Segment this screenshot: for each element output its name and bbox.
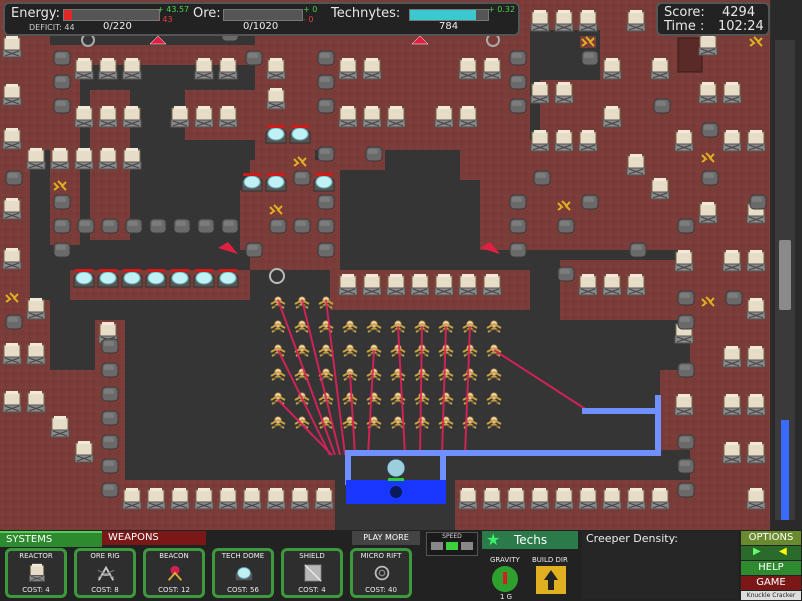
options-button[interactable]: OPTIONS xyxy=(741,531,801,545)
build-reactor-button[interactable]: REACTOR COST: 4 xyxy=(5,548,67,598)
slot-cost: COST: 40 xyxy=(365,586,397,594)
slot-cost: COST: 8 xyxy=(91,586,119,594)
ore-value: 0/1020 xyxy=(243,21,279,32)
creeper-density-panel: Creeper Density: xyxy=(582,531,738,599)
build-dir-button[interactable] xyxy=(536,566,566,594)
technytes-value: 784 xyxy=(439,21,459,32)
map-scrollbar[interactable] xyxy=(771,0,802,530)
slot-title: REACTOR xyxy=(19,552,53,560)
speed-normal-button[interactable] xyxy=(446,542,458,550)
technytes-bar-fill xyxy=(410,10,477,20)
sound-icon[interactable]: ◀ xyxy=(779,546,787,557)
slot-title: TECH DOME xyxy=(221,552,265,560)
gravity-label: GRAVITY xyxy=(490,556,520,564)
micro-rift-icon xyxy=(374,565,390,581)
score-value: 4294 xyxy=(722,5,756,20)
reactor-icon xyxy=(29,563,45,582)
resource-hud: Energy: + 43.57 - 43 DEFICIT: 44 0/220 O… xyxy=(3,2,520,36)
beacon-icon xyxy=(167,565,183,581)
speed-fast-button[interactable] xyxy=(461,542,473,550)
build-shield-button[interactable]: SHIELD COST: 4 xyxy=(281,548,343,598)
time-label: Time : xyxy=(664,19,705,34)
slot-cost: COST: 4 xyxy=(22,586,50,594)
knuckle-cracker-logo[interactable]: Knuckle Cracker xyxy=(741,591,801,600)
techs-header[interactable]: ★ Techs xyxy=(482,530,578,549)
tab-weapons[interactable]: WEAPONS xyxy=(102,531,206,545)
tech-dome-icon xyxy=(235,567,253,581)
game-button[interactable]: GAME xyxy=(741,576,801,590)
tab-systems[interactable]: SYSTEMS xyxy=(0,531,102,547)
time-value: 102:24 xyxy=(718,19,764,34)
speed-label: SPEED xyxy=(442,533,462,540)
score-hud: Score: 4294 Time : 102:24 xyxy=(656,2,770,36)
arrow-stem xyxy=(548,580,554,590)
speed-control: SPEED xyxy=(426,532,478,556)
ore-income: + 0 xyxy=(303,5,318,14)
energy-value: 0/220 xyxy=(103,21,132,32)
slot-cost: COST: 4 xyxy=(298,586,326,594)
slot-title: BEACON xyxy=(159,552,189,560)
speed-slow-button[interactable] xyxy=(431,542,443,550)
score-label: Score: xyxy=(664,5,705,20)
technytes-label: Technytes: xyxy=(331,6,401,21)
technytes-bar xyxy=(409,9,489,21)
energy-bar-fill xyxy=(64,10,72,20)
help-button[interactable]: HELP xyxy=(741,561,801,575)
ore-rig-icon xyxy=(97,565,115,581)
gravity-needle-icon xyxy=(503,572,507,584)
energy-income: + 43.57 xyxy=(157,5,190,14)
media-controls: ▶ ◀ xyxy=(741,546,801,560)
energy-bar xyxy=(63,9,160,21)
slot-title: MICRO RIFT xyxy=(360,552,402,560)
slot-title: ORE RIG xyxy=(90,552,120,560)
build-beacon-button[interactable]: BEACON COST: 12 xyxy=(143,548,205,598)
technytes-income: + 0.32 xyxy=(488,5,516,14)
game-map[interactable] xyxy=(0,0,770,530)
play-more-button[interactable]: PLAY MORE xyxy=(352,531,420,545)
game-field[interactable] xyxy=(0,0,770,530)
creeper-density-label: Creeper Density: xyxy=(586,532,678,545)
slot-cost: COST: 12 xyxy=(158,586,190,594)
ore-drain: - 0 xyxy=(303,15,314,24)
build-tech-dome-button[interactable]: TECH DOME COST: 56 xyxy=(212,548,274,598)
scroll-indicator xyxy=(781,420,789,520)
techs-label: Techs xyxy=(514,533,548,547)
star-icon: ★ xyxy=(486,530,501,549)
build-ore-rig-button[interactable]: ORE RIG COST: 8 xyxy=(74,548,136,598)
gravity-button[interactable] xyxy=(492,566,518,592)
ore-bar xyxy=(223,9,303,21)
build-dir-label: BUILD DIR xyxy=(532,556,568,564)
slot-title: SHIELD xyxy=(299,552,325,560)
scrollbar-thumb[interactable] xyxy=(779,240,791,310)
energy-deficit: DEFICIT: 44 xyxy=(29,23,75,32)
energy-drain: - 43 xyxy=(157,15,173,24)
energy-label: Energy: xyxy=(11,6,60,21)
build-micro-rift-button[interactable]: MICRO RIFT COST: 40 xyxy=(350,548,412,598)
shield-icon xyxy=(304,564,322,582)
gravity-value: 1 G xyxy=(500,593,513,601)
ore-label: Ore: xyxy=(193,6,221,21)
slot-cost: COST: 56 xyxy=(227,586,259,594)
build-panel: SYSTEMS WEAPONS PLAY MORE REACTOR COST: … xyxy=(0,530,802,601)
arrow-up-icon xyxy=(544,570,558,580)
play-icon[interactable]: ▶ xyxy=(753,546,761,557)
